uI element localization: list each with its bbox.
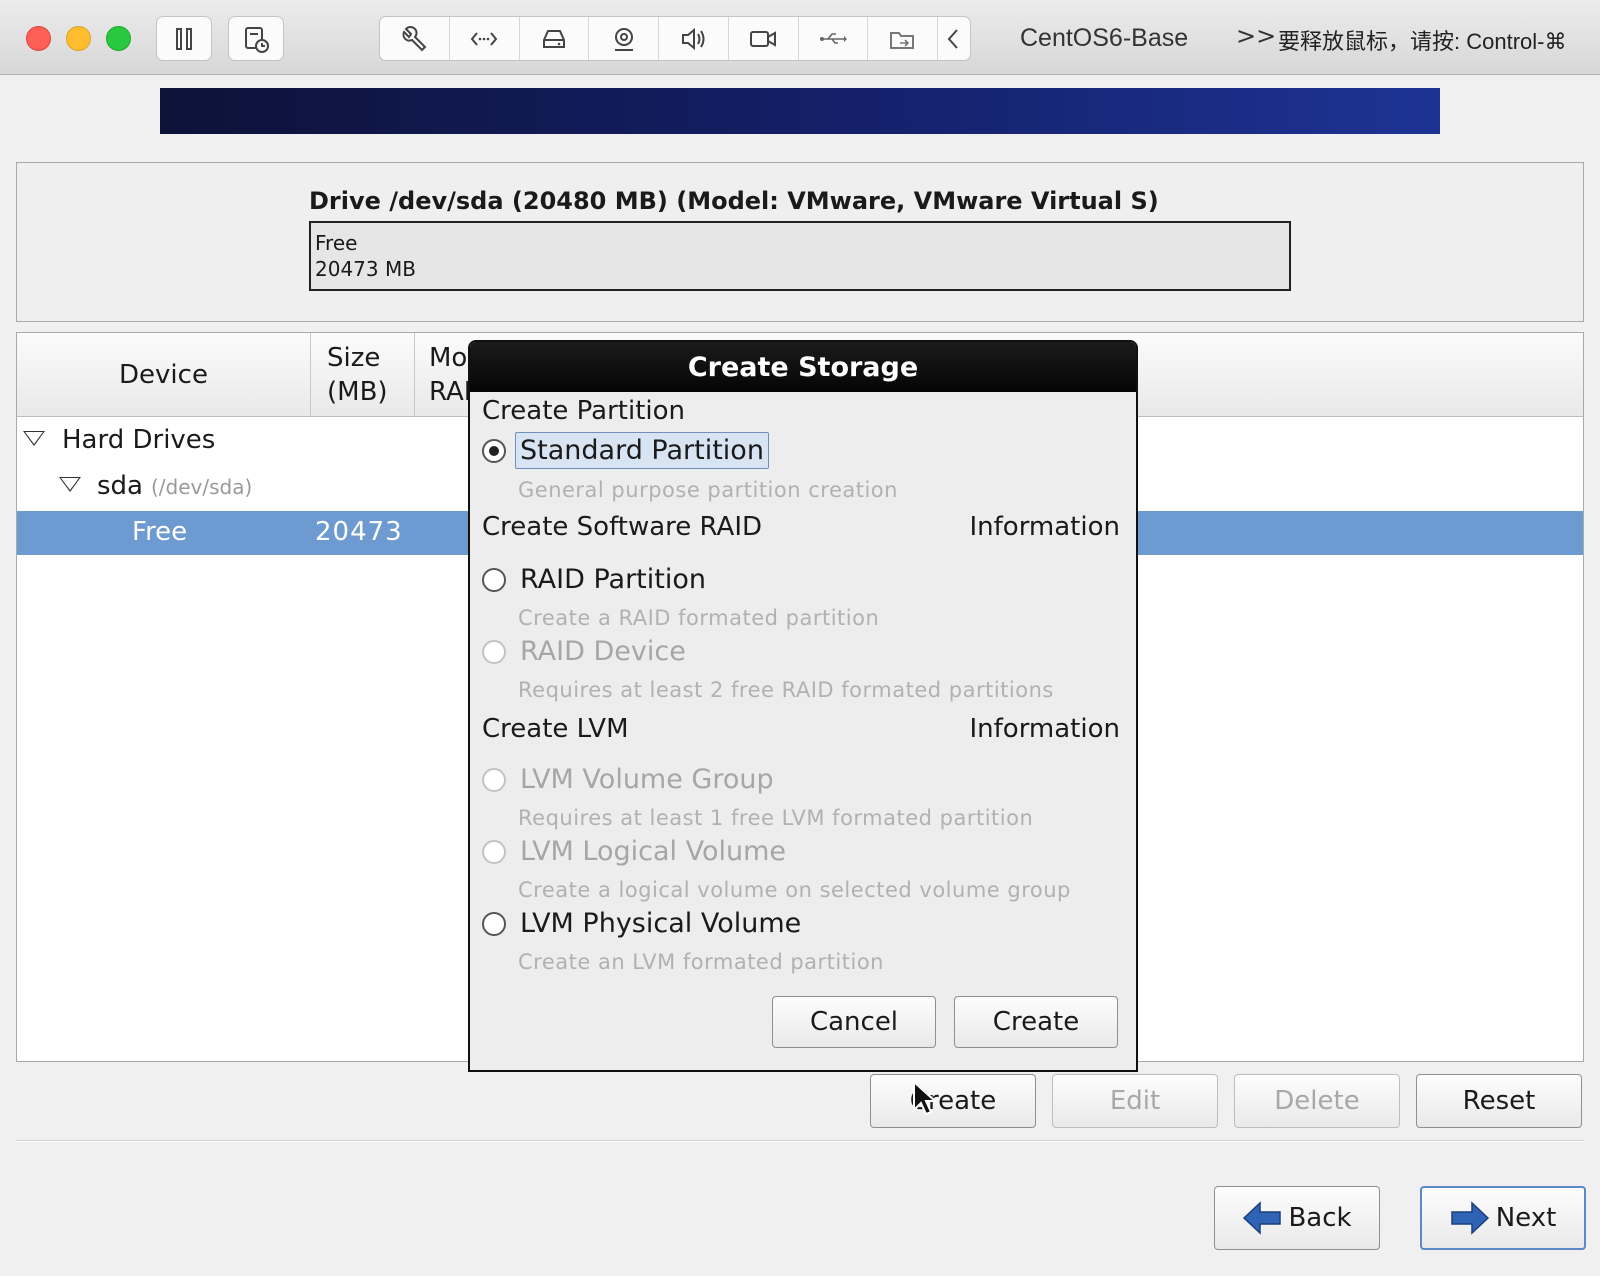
camera-button[interactable] [729,17,799,60]
sound-button[interactable] [659,17,729,60]
next-label: Next [1495,1203,1557,1233]
radio-lvm-logical-volume[interactable]: LVM Logical Volume [482,836,786,867]
dialog-title: Create Storage [470,342,1136,392]
snapshot-button[interactable] [228,16,284,61]
shared-folder-button[interactable] [868,17,938,60]
hard-disk-icon [542,29,565,48]
vm-device-toolbar [379,16,971,61]
hard-disk-button[interactable] [520,17,590,60]
usb-button[interactable] [799,17,869,60]
camera-icon [750,30,777,47]
device-path: (/dev/sda) [150,475,253,499]
radio-indicator[interactable] [482,639,506,664]
edit-button[interactable]: Edit [1052,1074,1218,1128]
tree-label: Free [132,517,188,547]
column-mount-raid[interactable]: Mo RAI [415,333,475,417]
back-button[interactable]: Back [1214,1186,1380,1250]
drive-summary-panel: Drive /dev/sda (20480 MB) (Model: VMware… [16,162,1584,322]
arrow-right-icon [1450,1201,1489,1235]
option-description: General purpose partition creation [518,478,898,502]
option-description: Create a logical volume on selected volu… [518,878,1071,902]
option-label: LVM Logical Volume [520,836,787,867]
row-size: 20473 [315,517,403,547]
option-description: Create an LVM formated partition [518,950,884,974]
close-window-button[interactable] [26,26,51,51]
radio-indicator[interactable] [482,839,506,864]
installer-banner [160,88,1440,134]
delete-button[interactable]: Delete [1234,1074,1400,1128]
radio-raid-partition[interactable]: RAID Partition [482,564,706,595]
radio-indicator[interactable] [482,438,506,463]
webcam-icon [614,27,633,51]
column-size[interactable]: Size (MB) [311,333,415,417]
expander-triangle-icon[interactable] [59,477,81,492]
wrench-icon [402,25,427,51]
option-label: LVM Physical Volume [520,908,802,939]
create-storage-dialog: Create Storage Create Partition Standard… [468,340,1138,1072]
release-mouse-hint: 要释放鼠标，请按: Control-⌘ [1278,29,1567,54]
option-description: Requires at least 1 free LVM formated pa… [518,806,1034,830]
radio-indicator[interactable] [482,911,506,936]
pause-icon [176,27,192,50]
section-create-lvm: Create LVM [482,714,629,744]
radio-lvm-volume-group[interactable]: LVM Volume Group [482,764,774,795]
settings-button[interactable] [380,17,450,60]
drive-title: Drive /dev/sda (20480 MB) (Model: VMware… [309,187,1159,215]
collapse-toolbar-button[interactable] [938,17,970,60]
expander-triangle-icon[interactable] [23,431,45,446]
option-label: RAID Partition [520,564,706,595]
option-label: RAID Device [520,636,686,667]
section-create-software-raid: Create Software RAID [482,512,763,542]
lvm-information-link[interactable]: Information [969,714,1120,744]
next-button[interactable]: Next [1420,1186,1586,1250]
drive-usage-bar: Free 20473 MB [309,221,1291,291]
minimize-window-button[interactable] [66,26,91,51]
radio-lvm-physical-volume[interactable]: LVM Physical Volume [482,908,801,939]
section-create-partition: Create Partition [482,396,686,426]
radio-standard-partition[interactable]: Standard Partition [482,432,769,469]
option-description: Create a RAID formated partition [518,606,880,630]
option-label: Standard Partition [515,432,769,469]
tree-label: sda [97,471,143,501]
speaker-icon [682,27,705,50]
back-label: Back [1288,1203,1352,1233]
shared-folder-icon [889,31,914,49]
drive-free-label: Free [315,231,358,255]
hint-chevron-icon: >> [1236,22,1277,50]
column-device[interactable]: Device [17,333,311,417]
drive-free-size: 20473 MB [315,257,416,281]
network-button[interactable] [450,17,520,60]
code-icon [470,31,498,46]
mouse-pointer-icon [913,1080,936,1116]
zoom-window-button[interactable] [106,26,131,51]
dialog-create-button[interactable]: Create [954,996,1118,1048]
pause-vm-button[interactable] [156,16,212,61]
radio-raid-device[interactable]: RAID Device [482,636,686,667]
snapshot-icon [245,26,269,53]
option-label: LVM Volume Group [520,764,774,795]
vm-name: CentOS6-Base [1020,24,1189,52]
radio-indicator[interactable] [482,767,506,792]
usb-icon [819,32,847,44]
raid-information-link[interactable]: Information [969,512,1120,542]
window-titlebar: CentOS6-Base >> 要释放鼠标，请按: Control-⌘ [0,0,1600,75]
arrow-left-icon [1243,1201,1282,1235]
chevron-left-icon [947,28,958,49]
dialog-cancel-button[interactable]: Cancel [772,996,936,1048]
create-button[interactable]: Create [870,1074,1036,1128]
option-description: Requires at least 2 free RAID formated p… [518,678,1054,702]
webcam-button[interactable] [589,17,659,60]
radio-indicator[interactable] [482,567,506,592]
divider [16,1140,1584,1142]
reset-button[interactable]: Reset [1416,1074,1582,1128]
tree-label: Hard Drives [62,425,216,455]
